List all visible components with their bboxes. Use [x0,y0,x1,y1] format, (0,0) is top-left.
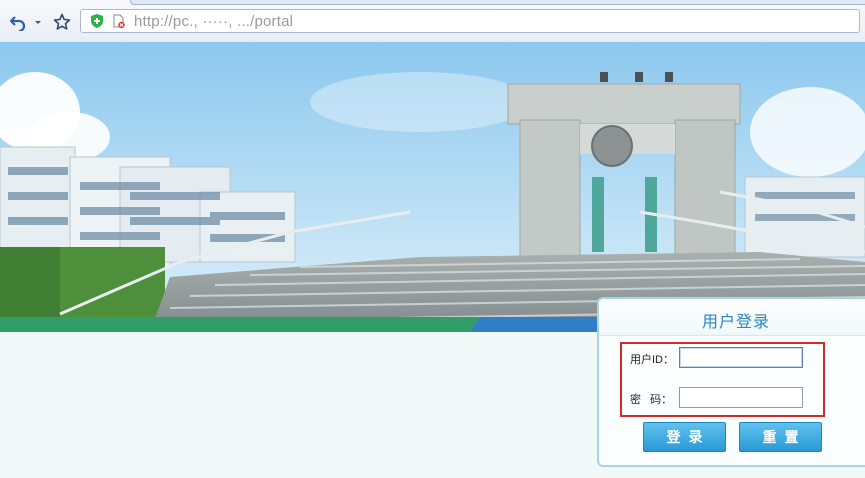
password-input[interactable] [679,387,803,408]
browser-toolbar: http://pc., ·····, .../portal [0,0,865,43]
login-title: 用户登录 [701,314,770,331]
campus-banner-image [0,42,865,332]
shield-plus-icon[interactable] [89,13,105,34]
user-id-label: 用户ID： [630,354,674,366]
address-bar[interactable]: http://pc., ·····, .../portal [80,9,860,33]
user-id-input[interactable] [679,347,803,368]
url-text[interactable]: http://pc., ·····, .../portal [134,13,293,30]
undo-icon[interactable] [9,13,27,31]
favorite-star-icon[interactable] [53,13,71,31]
login-panel: 用户登录 用户ID： 密 码： 登录 重置 [597,297,865,467]
login-header: 用户登录 [599,299,865,336]
dropdown-arrow-icon[interactable] [33,13,43,31]
browser-tab-strip [130,0,865,5]
password-label: 密 码： [630,394,673,406]
login-button[interactable]: 登录 [643,422,726,452]
page-security-icon[interactable] [112,14,126,34]
reset-button[interactable]: 重置 [739,422,822,452]
